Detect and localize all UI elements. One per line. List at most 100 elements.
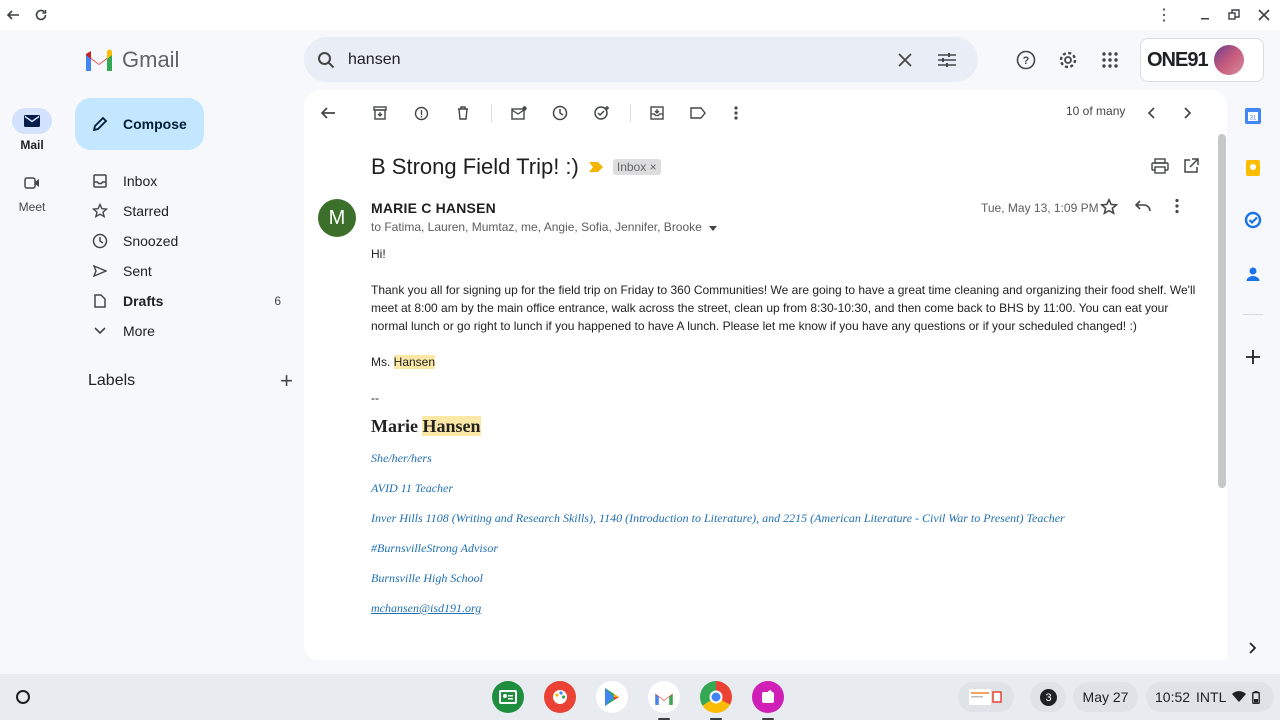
search-bar[interactable] bbox=[304, 37, 978, 82]
add-task-icon[interactable] bbox=[588, 100, 616, 126]
nav-sent-label: Sent bbox=[123, 263, 152, 279]
body-paragraph: Thank you all for signing up for the fie… bbox=[371, 283, 1196, 333]
delete-icon[interactable] bbox=[449, 100, 477, 126]
recipients-line[interactable]: to Fatima, Lauren, Mumtaz, me, Angie, So… bbox=[371, 220, 718, 234]
search-input[interactable] bbox=[348, 50, 884, 69]
toolbar-divider bbox=[630, 104, 631, 122]
older-chevron-right-icon[interactable] bbox=[1174, 100, 1202, 126]
pencil-icon bbox=[92, 116, 108, 132]
inbox-label-badge[interactable]: Inbox × bbox=[612, 159, 661, 175]
classroom-app-icon[interactable] bbox=[492, 681, 524, 713]
calendar-icon[interactable]: 31 bbox=[1241, 104, 1265, 128]
launcher-icon[interactable] bbox=[9, 683, 37, 711]
back-to-list-icon[interactable] bbox=[314, 100, 342, 126]
move-to-icon[interactable] bbox=[643, 100, 671, 126]
search-options-icon[interactable] bbox=[926, 40, 968, 80]
tote-tray[interactable] bbox=[958, 682, 1014, 712]
gmail-app-icon[interactable] bbox=[648, 681, 680, 720]
snooze-icon[interactable] bbox=[546, 100, 574, 126]
status-tray[interactable]: 10:52 INTL bbox=[1146, 682, 1274, 712]
add-addon-icon[interactable] bbox=[1241, 345, 1265, 369]
nav-item-starred[interactable]: Starred bbox=[75, 196, 293, 226]
star-icon bbox=[91, 203, 109, 219]
reload-icon[interactable] bbox=[30, 4, 52, 26]
archive-icon[interactable] bbox=[366, 100, 394, 126]
date-tray[interactable]: May 27 bbox=[1073, 682, 1138, 712]
back-arrow-icon[interactable] bbox=[2, 4, 24, 26]
email-body: Hi! Thank you all for signing up for the… bbox=[371, 245, 1206, 629]
svg-text:31: 31 bbox=[1250, 116, 1257, 122]
closing: Ms. Hansen bbox=[371, 355, 436, 369]
nav-item-drafts[interactable]: Drafts 6 bbox=[75, 286, 293, 316]
label-icon[interactable] bbox=[684, 100, 712, 126]
account-switcher[interactable]: ONE91 bbox=[1140, 38, 1264, 82]
sender-avatar[interactable]: M bbox=[318, 199, 356, 237]
labels-header: Labels + bbox=[88, 368, 293, 394]
tasks-icon[interactable] bbox=[1241, 208, 1265, 232]
keep-icon[interactable] bbox=[1241, 156, 1265, 180]
window-titlebar: ⋮ bbox=[0, 0, 1280, 30]
clock-time: 10:52 bbox=[1155, 689, 1191, 705]
search-icon[interactable] bbox=[304, 51, 348, 69]
close-window-icon[interactable] bbox=[1253, 4, 1275, 26]
signature-name: Marie Hansen bbox=[371, 416, 481, 436]
mail-icon bbox=[12, 108, 52, 134]
compose-button[interactable]: Compose bbox=[75, 98, 204, 150]
contacts-icon[interactable] bbox=[1241, 262, 1265, 286]
chrome-app-icon[interactable] bbox=[700, 681, 732, 720]
canvas-app-icon[interactable] bbox=[544, 681, 576, 713]
star-message-icon[interactable] bbox=[1099, 197, 1119, 221]
remove-label-icon[interactable]: × bbox=[650, 160, 657, 174]
clear-search-icon[interactable] bbox=[884, 40, 926, 80]
importance-marker-icon[interactable] bbox=[588, 162, 603, 172]
apps-grid-icon[interactable] bbox=[1094, 44, 1126, 76]
minimize-icon[interactable] bbox=[1194, 4, 1216, 26]
settings-gear-icon[interactable] bbox=[1052, 44, 1084, 76]
screencast-app-icon[interactable] bbox=[752, 681, 784, 720]
print-icon[interactable] bbox=[1151, 158, 1169, 179]
newer-chevron-left-icon[interactable] bbox=[1137, 100, 1165, 126]
side-panel-divider bbox=[1243, 314, 1263, 315]
message-actions bbox=[1099, 197, 1186, 221]
rail-item-mail[interactable]: Mail bbox=[0, 108, 64, 152]
greeting: Hi! bbox=[371, 247, 386, 261]
kebab-menu-icon[interactable]: ⋮ bbox=[1153, 4, 1175, 26]
sender-name[interactable]: MARIE C HANSEN bbox=[371, 200, 496, 216]
battery-charging-icon bbox=[1252, 690, 1261, 704]
nav-starred-label: Starred bbox=[123, 203, 169, 219]
nav-item-sent[interactable]: Sent bbox=[75, 256, 293, 286]
nav-item-inbox[interactable]: Inbox bbox=[75, 166, 293, 196]
signature-email-link[interactable]: mchansen@isd191.org bbox=[371, 599, 1206, 617]
mark-unread-icon[interactable] bbox=[505, 100, 533, 126]
brand-name: Gmail bbox=[122, 47, 180, 72]
holding-space-thumbnails-icon bbox=[969, 689, 1002, 705]
svg-text:?: ? bbox=[1023, 55, 1030, 67]
org-logo: ONE91 bbox=[1147, 49, 1209, 71]
drafts-count: 6 bbox=[274, 294, 281, 308]
message-more-icon[interactable] bbox=[1168, 198, 1186, 221]
scrollbar-thumb[interactable] bbox=[1218, 134, 1226, 488]
rail-item-meet[interactable]: Meet bbox=[0, 170, 64, 214]
nav-item-snoozed[interactable]: Snoozed bbox=[75, 226, 293, 256]
reply-icon[interactable] bbox=[1134, 198, 1152, 221]
play-store-app-icon[interactable] bbox=[596, 681, 628, 713]
side-panel: 31 bbox=[1233, 90, 1273, 674]
help-icon[interactable]: ? bbox=[1010, 44, 1042, 76]
signature-role: AVID 11 Teacher bbox=[371, 481, 454, 495]
more-actions-icon[interactable] bbox=[722, 100, 750, 126]
account-avatar[interactable] bbox=[1213, 45, 1244, 75]
open-new-window-icon[interactable] bbox=[1183, 158, 1199, 179]
gmail-logo[interactable]: Gmail bbox=[84, 44, 179, 76]
gmail-m-icon bbox=[86, 49, 112, 71]
mailbox-nav: Inbox Starred Snoozed Sent Drafts 6 More bbox=[75, 166, 293, 346]
nav-item-more[interactable]: More bbox=[75, 316, 293, 346]
report-spam-icon[interactable] bbox=[407, 100, 435, 126]
caret-down-icon[interactable] bbox=[709, 226, 718, 231]
app-rail: Mail Meet bbox=[0, 30, 64, 674]
restore-icon[interactable] bbox=[1223, 4, 1245, 26]
notification-count-badge[interactable]: 3 bbox=[1040, 689, 1057, 706]
add-label-icon[interactable]: + bbox=[280, 368, 293, 394]
show-side-panel-icon[interactable] bbox=[1241, 636, 1265, 660]
nav-drafts-label: Drafts bbox=[123, 293, 164, 309]
nav-more-label: More bbox=[123, 323, 155, 339]
